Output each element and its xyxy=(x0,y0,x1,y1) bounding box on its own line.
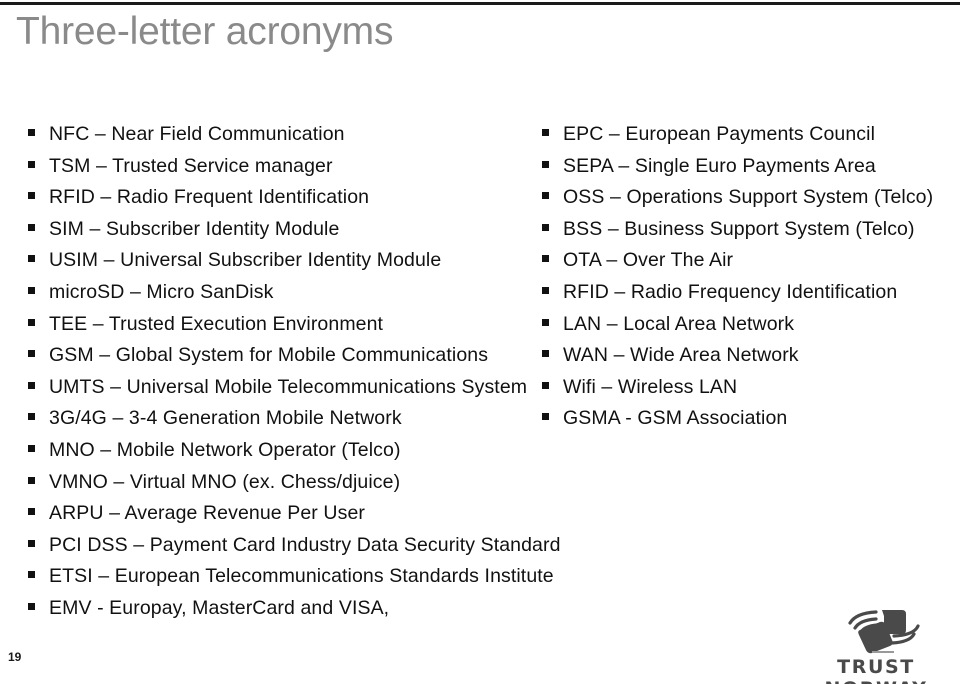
trust-norway-logo-mark xyxy=(848,610,920,654)
trust-norway-logo: TRUST NORWAY xyxy=(800,604,952,684)
left-column-item-label: ARPU – Average Revenue Per User xyxy=(49,502,365,525)
square-bullet-icon xyxy=(28,476,35,484)
right-column-item: OSS – Operations Support System (Telco) xyxy=(542,185,942,217)
square-bullet-icon xyxy=(542,223,549,231)
square-bullet-icon xyxy=(542,381,549,389)
right-column-item: SEPA – Single Euro Payments Area xyxy=(542,154,942,186)
left-column-item-label: ETSI – European Telecommunications Stand… xyxy=(49,565,554,588)
right-column-item-label: WAN – Wide Area Network xyxy=(563,344,799,367)
right-column-item-label: GSMA - GSM Association xyxy=(563,407,788,430)
square-bullet-icon xyxy=(28,192,35,200)
left-column-item: VMNO – Virtual MNO (ex. Chess/djuice) xyxy=(28,470,558,502)
left-column-item-label: NFC – Near Field Communication xyxy=(49,123,345,145)
right-column-item: EPC – European Payments Council xyxy=(542,122,942,154)
square-bullet-icon xyxy=(542,318,549,326)
square-bullet-icon xyxy=(28,444,35,452)
left-column-item: RFID – Radio Frequent Identification xyxy=(28,185,558,217)
left-column-item: ARPU – Average Revenue Per User xyxy=(28,501,558,533)
right-column-item-label: EPC – European Payments Council xyxy=(563,123,876,145)
slide-canvas: Three-letter acronyms NFC – Near Field C… xyxy=(0,0,960,684)
square-bullet-icon xyxy=(28,318,35,326)
right-acronym-list: EPC – European Payments Council SEPA – Si… xyxy=(542,122,942,438)
page-number: 19 xyxy=(8,650,22,664)
square-bullet-icon xyxy=(28,602,35,610)
square-bullet-icon xyxy=(28,255,35,263)
right-column-item-label: RFID – Radio Frequency Identification xyxy=(563,280,898,303)
left-column-item: microSD – Micro SanDisk xyxy=(28,280,558,312)
left-column-item-label: TSM – Trusted Service manager xyxy=(49,154,333,177)
right-column-item: Wifi – Wireless LAN xyxy=(542,375,942,407)
left-column-item-label: USIM – Universal Subscriber Identity Mod… xyxy=(49,249,442,272)
left-column-item: GSM – Global System for Mobile Communica… xyxy=(28,343,558,375)
left-column-item-label: MNO – Mobile Network Operator (Telco) xyxy=(49,438,401,461)
left-acronym-list: NFC – Near Field Communication TSM – Trus… xyxy=(28,122,561,628)
top-divider-rule xyxy=(0,2,960,5)
left-column-item-label: GSM – Global System for Mobile Communica… xyxy=(49,344,489,367)
left-column-item: SIM – Subscriber Identity Module xyxy=(28,217,558,249)
square-bullet-icon xyxy=(542,192,549,200)
square-bullet-icon xyxy=(28,129,35,136)
left-column-item-label: TEE – Trusted Execution Environment xyxy=(49,312,384,335)
right-column-item: GSMA - GSM Association xyxy=(542,406,942,438)
square-bullet-icon xyxy=(28,508,35,516)
left-column-item: PCI DSS – Payment Card Industry Data Sec… xyxy=(28,533,561,565)
right-column-item: RFID – Radio Frequency Identification xyxy=(542,280,942,312)
right-column-item-label: OSS – Operations Support System (Telco) xyxy=(563,186,934,209)
left-column-item-label: EMV - Europay, MasterCard and VISA, xyxy=(49,596,390,619)
square-bullet-icon xyxy=(542,413,549,421)
right-column-item-label: SEPA – Single Euro Payments Area xyxy=(563,154,876,177)
left-column-item: 3G/4G – 3-4 Generation Mobile Network xyxy=(28,406,558,438)
left-column-item-label: UMTS – Universal Mobile Telecommunicatio… xyxy=(49,375,528,398)
page-title: Three-letter acronyms xyxy=(16,10,394,53)
right-column-item: WAN – Wide Area Network xyxy=(542,343,942,375)
left-column-item: UMTS – Universal Mobile Telecommunicatio… xyxy=(28,375,558,407)
right-column-item: OTA – Over The Air xyxy=(542,248,942,280)
left-column-item-label: microSD – Micro SanDisk xyxy=(49,280,274,303)
right-column-item-label: BSS – Business Support System (Telco) xyxy=(563,217,915,240)
right-column-item-label: OTA – Over The Air xyxy=(563,249,734,272)
left-column-item: NFC – Near Field Communication xyxy=(28,122,558,154)
square-bullet-icon xyxy=(28,350,35,358)
square-bullet-icon xyxy=(542,286,549,294)
square-bullet-icon xyxy=(542,129,549,136)
right-column-item: LAN – Local Area Network xyxy=(542,312,942,344)
right-column-item-label: LAN – Local Area Network xyxy=(563,312,795,335)
square-bullet-icon xyxy=(28,571,35,579)
left-column-item: EMV - Europay, MasterCard and VISA, xyxy=(28,596,558,628)
right-column-item-label: Wifi – Wireless LAN xyxy=(563,375,738,398)
left-column-item: TSM – Trusted Service manager xyxy=(28,154,558,186)
left-column-item: ETSI – European Telecommunications Stand… xyxy=(28,564,558,596)
logo-wordmark: TRUST NORWAY xyxy=(824,656,925,684)
square-bullet-icon xyxy=(542,160,549,168)
square-bullet-icon xyxy=(28,381,35,389)
left-column-item-label: PCI DSS – Payment Card Industry Data Sec… xyxy=(49,533,561,556)
left-column-item: MNO – Mobile Network Operator (Telco) xyxy=(28,438,558,470)
square-bullet-icon xyxy=(542,255,549,263)
square-bullet-icon xyxy=(28,539,35,547)
square-bullet-icon xyxy=(28,160,35,168)
square-bullet-icon xyxy=(542,350,549,358)
left-column-item-label: VMNO – Virtual MNO (ex. Chess/djuice) xyxy=(49,470,401,493)
left-column-item: TEE – Trusted Execution Environment xyxy=(28,312,558,344)
square-bullet-icon xyxy=(28,286,35,294)
left-column-item-label: RFID – Radio Frequent Identification xyxy=(49,186,370,209)
square-bullet-icon xyxy=(28,413,35,421)
right-column-item: BSS – Business Support System (Telco) xyxy=(542,217,942,249)
left-column-item-label: SIM – Subscriber Identity Module xyxy=(49,217,340,240)
square-bullet-icon xyxy=(28,223,35,231)
left-column-item-label: 3G/4G – 3-4 Generation Mobile Network xyxy=(49,407,402,430)
left-column-item: USIM – Universal Subscriber Identity Mod… xyxy=(28,248,558,280)
